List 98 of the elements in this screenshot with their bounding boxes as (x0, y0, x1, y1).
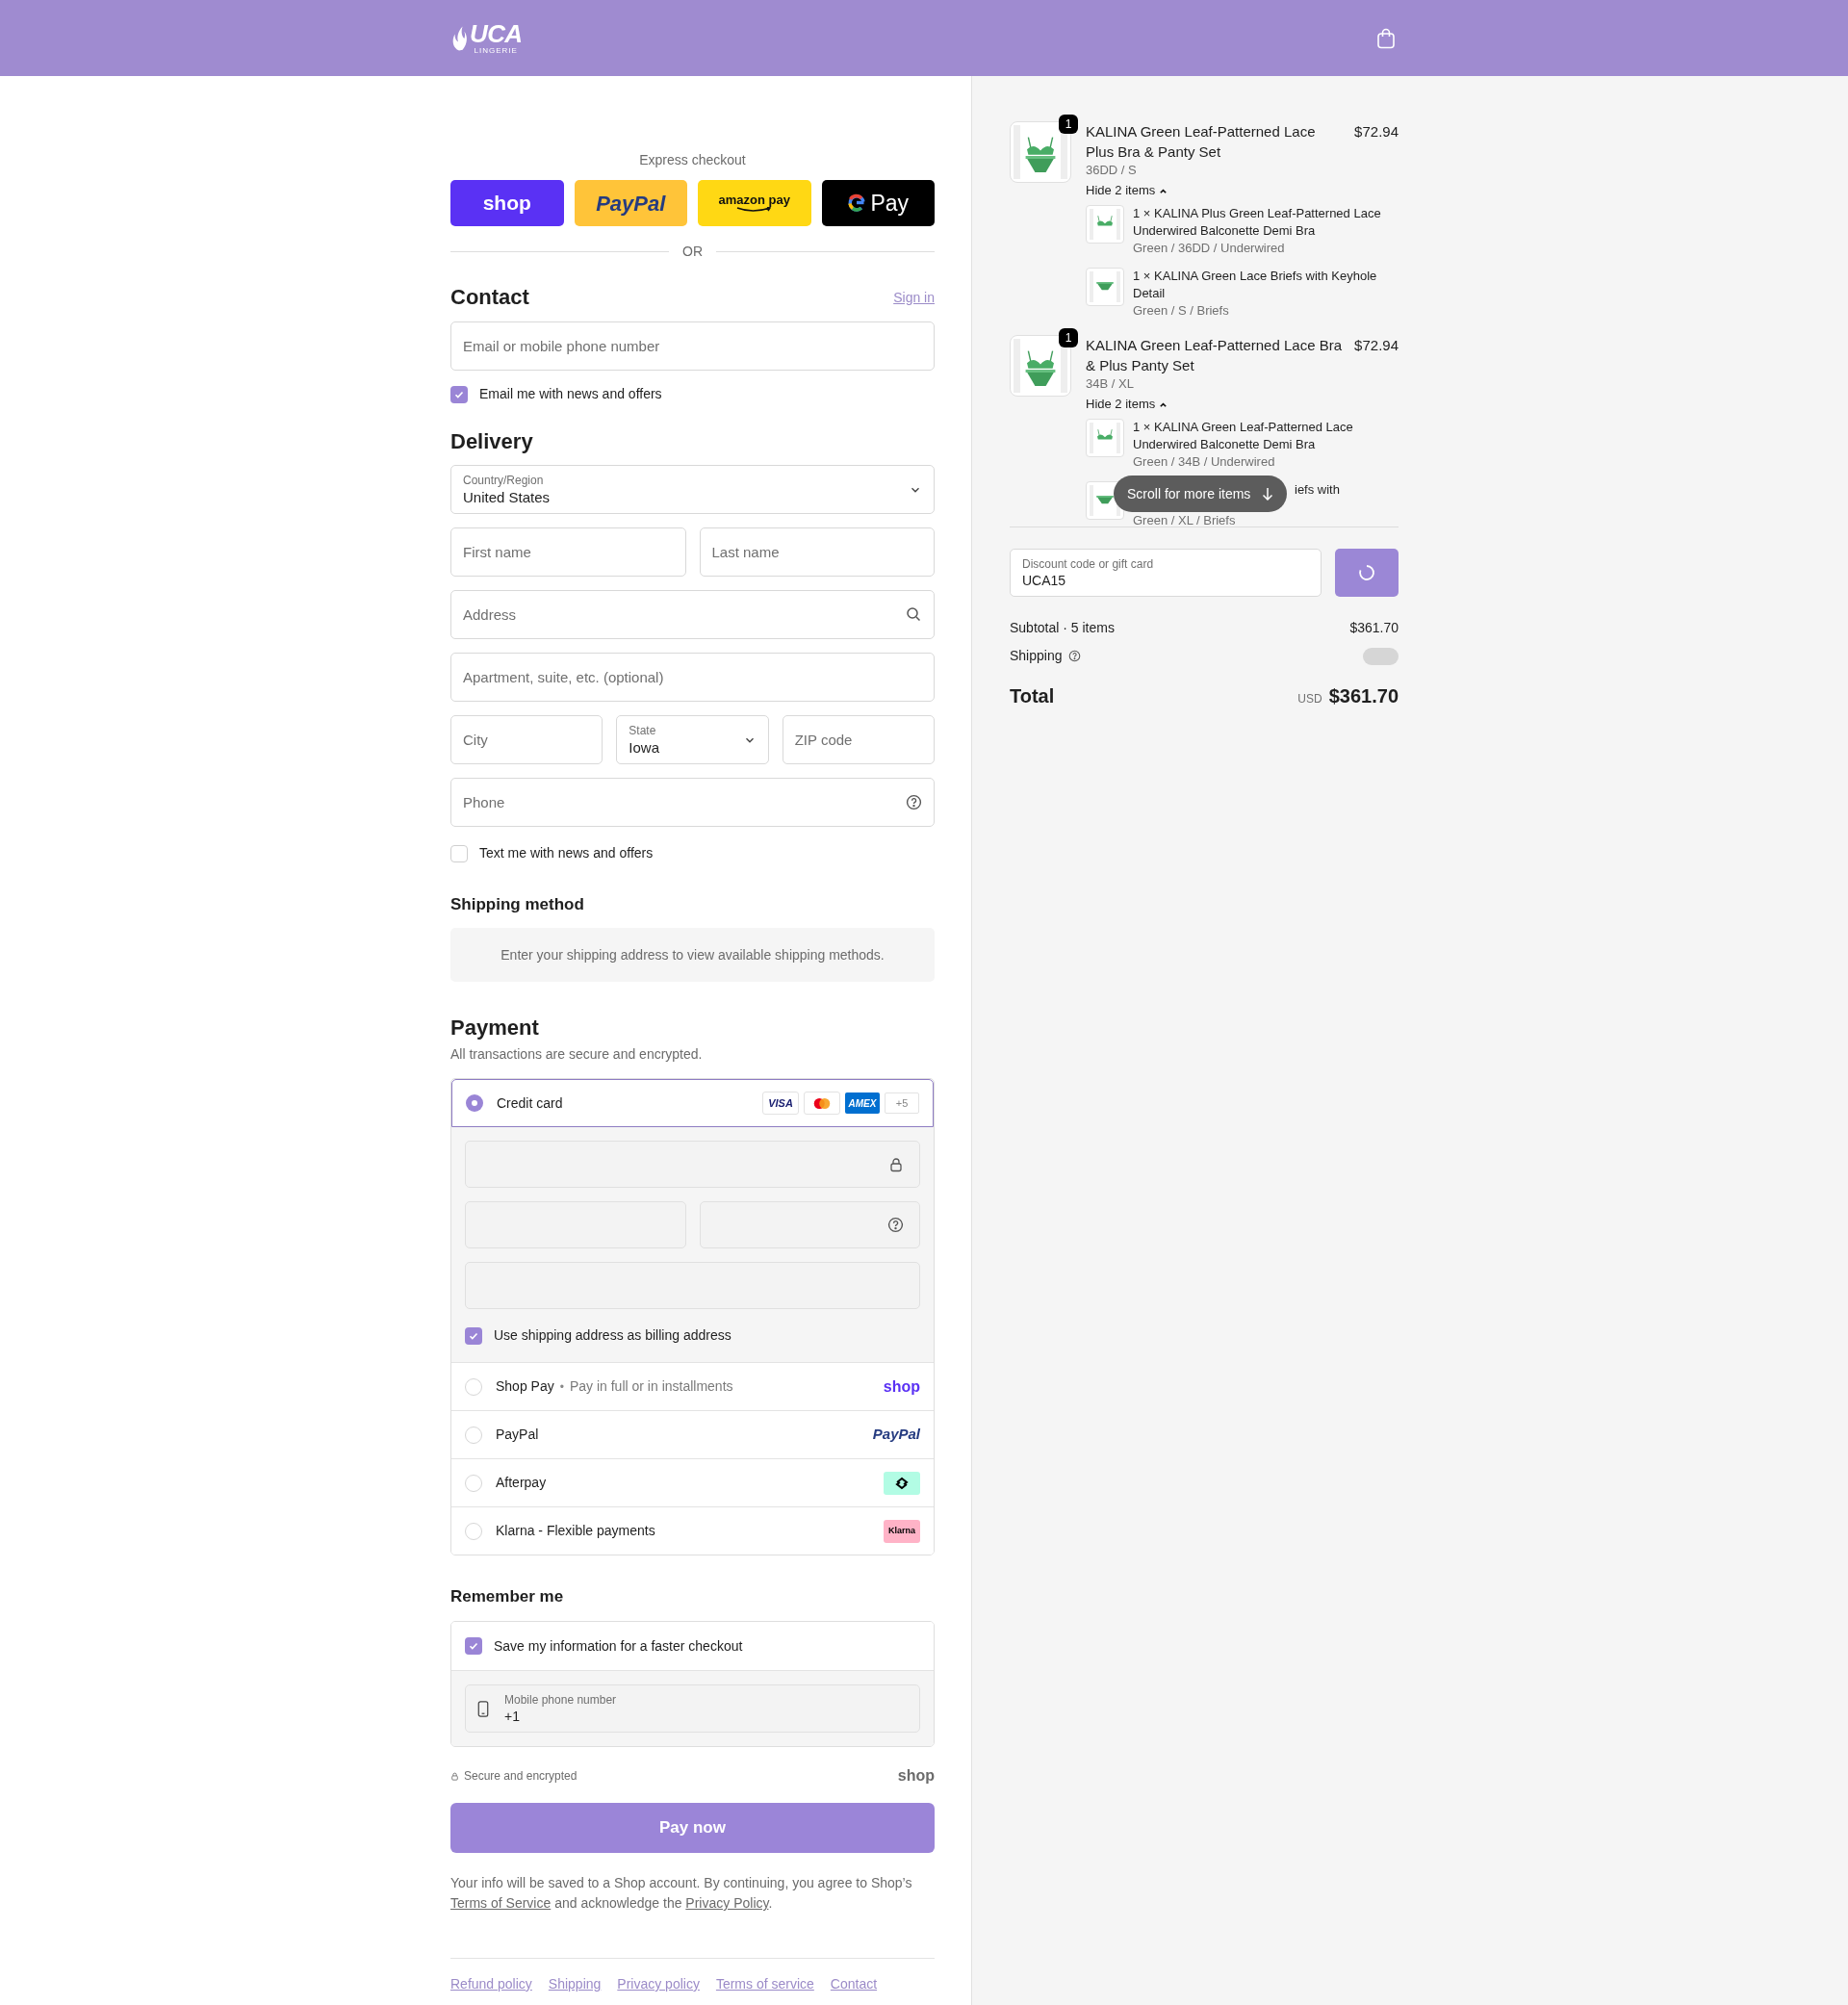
product-price: $72.94 (1354, 122, 1399, 141)
shop-pay-button[interactable]: shop (450, 180, 564, 226)
subtotal-amount: $361.70 (1349, 619, 1399, 637)
discount-field[interactable]: Discount code or gift card UCA15 (1010, 549, 1322, 597)
loading-spinner-icon (1357, 563, 1376, 582)
klarna-logo: Klarna (884, 1519, 920, 1543)
product-name: KALINA Green Leaf-Patterned Lace Plus Bra & Panty Set (1086, 122, 1317, 162)
product-price: $72.94 (1354, 336, 1399, 355)
toggle-button[interactable]: Hide 2 items (1086, 182, 1168, 199)
toggle-button[interactable]: Hide 2 items (1086, 396, 1168, 413)
payment-option[interactable]: Credit card VISA AMEX +5 (451, 1079, 934, 1127)
phone-field[interactable]: Mobile phone number +1 (465, 1684, 920, 1733)
subtotal-label: Subtotal · 5 items (1010, 619, 1115, 637)
section-heading: Delivery (450, 428, 534, 455)
product-variant: 34B / XL (1086, 375, 1135, 393)
radio-button[interactable] (466, 1094, 483, 1112)
legal-text: Your info will be saved to a Shop account. By continuing, you agree to Shop’s Terms of Service and acknowledge the Privacy Policy. (450, 1874, 913, 1913)
section-heading: Payment (450, 1015, 540, 1041)
input-field[interactable]: Email or mobile phone number (450, 321, 935, 371)
section-heading: Contact (450, 284, 529, 311)
section-heading: Remember me (450, 1586, 565, 1607)
checkbox-label: Use shipping address as billing address (494, 1326, 732, 1345)
check-icon (468, 1640, 479, 1652)
section-label: Express checkout (638, 151, 747, 168)
radio-button[interactable] (465, 1377, 482, 1396)
input-field[interactable]: Apartment, suite, etc. (optional) (450, 653, 935, 702)
lock-icon (888, 1156, 904, 1172)
google-pay-button[interactable]: Pay (821, 180, 935, 226)
input-field[interactable]: Last name (699, 527, 935, 577)
checkbox[interactable] (450, 385, 468, 403)
checkbox[interactable] (465, 1326, 482, 1345)
product-name: KALINA Green Leaf-Patterned Lace Bra & Plus Panty Set (1086, 336, 1343, 375)
paypal-button[interactable]: PayPal (574, 180, 687, 226)
select-field[interactable]: State Iowa (616, 715, 769, 764)
logo-subtitle: LINGERIE (474, 46, 518, 55)
shop-logo: shop (897, 1766, 935, 1786)
product-name: 1 × KALINA Green Leaf-Patterned Lace Underwired Balconette Demi Bra (1133, 419, 1354, 453)
select-field[interactable]: Country/Region United States (450, 465, 935, 514)
help-icon[interactable] (1067, 650, 1081, 662)
visa-logo: VISA (762, 1092, 799, 1115)
amex-logo: AMEX (845, 1092, 880, 1114)
total-amount: $361.70 (1328, 684, 1399, 708)
checkbox-label: Save my information for a faster checkout (494, 1636, 743, 1656)
checkbox[interactable] (465, 1637, 482, 1655)
checkbox-label: Text me with news and offers (479, 844, 654, 862)
amazon-pay-button[interactable]: amazon pay (698, 180, 811, 226)
caret-icon (1159, 186, 1168, 195)
input-field[interactable] (465, 1141, 920, 1188)
lock-icon (450, 1771, 459, 1781)
radio-button[interactable] (465, 1426, 482, 1444)
quantity-badge: 1 (1059, 328, 1078, 347)
arrow-down-icon (1262, 487, 1274, 501)
scroll-hint[interactable]: Scroll for more items (1114, 476, 1288, 512)
checkbox[interactable] (450, 844, 468, 862)
radio-button[interactable] (465, 1522, 482, 1540)
input-field[interactable]: ZIP code (782, 715, 935, 764)
more-cards-badge: +5 (885, 1092, 919, 1114)
product-variant: Green / XL / Briefs (1133, 512, 1237, 527)
terms-link[interactable]: Terms of Service (450, 1895, 552, 1911)
product-variant: Green / S / Briefs (1133, 302, 1230, 320)
currency-label: USD (1297, 691, 1322, 707)
shopping-bag-icon[interactable] (1376, 27, 1396, 49)
product-name: iefs with (1295, 481, 1340, 499)
loading-placeholder (1363, 647, 1399, 665)
afterpay-icon (884, 1471, 920, 1495)
product-name: 1 × KALINA Plus Green Leaf-Patterned Lace Underwired Balconette Demi Bra (1133, 205, 1382, 240)
quantity-badge: 1 (1059, 115, 1078, 134)
search-icon (906, 606, 921, 622)
shipping-notice: Enter your shipping address to view available shipping methods. (450, 928, 935, 982)
apply-button[interactable] (1335, 549, 1399, 597)
payment-option[interactable]: Klarna - Flexible payments Klarna (451, 1506, 934, 1555)
checkbox-label: Email me with news and offers (479, 385, 662, 403)
product-variant: Green / 34B / Underwired (1133, 453, 1276, 471)
smile-arrow-icon (734, 207, 774, 213)
shipping-label: Shipping (1010, 647, 1063, 665)
radio-button[interactable] (465, 1474, 482, 1492)
caret-icon (1159, 399, 1168, 409)
google-g-icon (847, 193, 867, 213)
total-label: Total (1010, 684, 1055, 708)
divider-label: OR (682, 243, 703, 261)
mastercard-icon (804, 1092, 840, 1115)
input-field[interactable]: Address (450, 590, 935, 639)
secure-note: Secure and encrypted (464, 1768, 578, 1785)
input-field[interactable] (699, 1201, 920, 1248)
logo-text: UCA (470, 21, 523, 46)
phone-icon (477, 1700, 489, 1717)
product-name: 1 × KALINA Green Lace Briefs with Keyhole Detail (1133, 268, 1378, 302)
input-field[interactable]: Phone (450, 778, 935, 827)
help-icon[interactable] (887, 1217, 904, 1233)
help-icon[interactable] (906, 794, 922, 810)
input-field[interactable]: First name (450, 527, 686, 577)
input-field[interactable]: City (450, 715, 603, 764)
shop-logo: shop (883, 1376, 920, 1397)
product-variant: Green / 36DD / Underwired (1133, 240, 1286, 257)
section-subtitle: All transactions are secure and encrypted. (450, 1045, 704, 1064)
paypal-logo: PayPal (872, 1425, 920, 1445)
product-variant: 36DD / S (1086, 162, 1138, 179)
section-heading: Shipping method (450, 894, 585, 915)
